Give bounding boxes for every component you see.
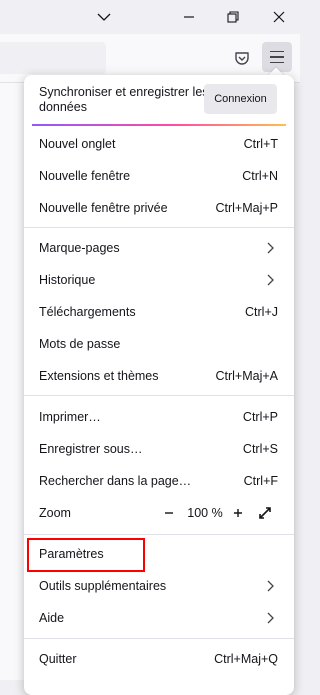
menu-item-label: Rechercher dans la page… xyxy=(39,474,192,488)
menu-item-print[interactable]: Imprimer… Ctrl+P xyxy=(24,401,294,433)
pocket-icon[interactable] xyxy=(228,44,256,72)
menu-item-shortcut: Ctrl+P xyxy=(242,410,278,424)
menu-item-help[interactable]: Aide xyxy=(24,602,294,634)
chevron-right-icon xyxy=(267,612,274,624)
sync-section: Synchroniser et enregistrer les données … xyxy=(24,75,294,121)
menu-item-label: Outils supplémentaires xyxy=(39,579,167,593)
menu-item-find[interactable]: Rechercher dans la page… Ctrl+F xyxy=(24,465,294,497)
menu-item-label: Nouvel onglet xyxy=(39,137,116,151)
sync-description: Synchroniser et enregistrer les données xyxy=(39,85,209,114)
menu-item-private-window[interactable]: Nouvelle fenêtre privée Ctrl+Maj+P xyxy=(24,192,294,224)
menu-item-label: Enregistrer sous… xyxy=(39,442,143,456)
menu-item-addons[interactable]: Extensions et thèmes Ctrl+Maj+A xyxy=(24,360,294,392)
menu-separator xyxy=(24,534,294,535)
menu-item-downloads[interactable]: Téléchargements Ctrl+J xyxy=(24,296,294,328)
zoom-in-button[interactable] xyxy=(228,503,248,523)
zoom-value[interactable]: 100 % xyxy=(184,497,226,529)
menu-item-shortcut: Ctrl+T xyxy=(243,137,278,151)
accent-divider xyxy=(32,124,286,126)
menu-item-label: Nouvelle fenêtre xyxy=(39,169,131,183)
chevron-right-icon xyxy=(267,242,274,254)
url-bar[interactable] xyxy=(0,42,106,74)
chevron-down-icon[interactable] xyxy=(89,2,119,32)
menu-separator xyxy=(24,638,294,639)
menu-item-shortcut: Ctrl+Maj+Q xyxy=(214,652,278,666)
zoom-label: Zoom xyxy=(39,506,71,520)
menu-item-label: Historique xyxy=(39,273,96,287)
menu-item-history[interactable]: Historique xyxy=(24,264,294,296)
menu-item-label: Nouvelle fenêtre privée xyxy=(39,201,168,215)
minus-icon xyxy=(165,512,173,514)
menu-item-label: Mots de passe xyxy=(39,337,121,351)
menu-separator xyxy=(24,395,294,396)
menu-item-label: Aide xyxy=(39,611,65,625)
menu-item-label: Extensions et thèmes xyxy=(39,369,159,383)
menu-item-shortcut: Ctrl+Maj+A xyxy=(215,369,278,383)
menu-item-bookmarks[interactable]: Marque-pages xyxy=(24,232,294,264)
menu-item-save-as[interactable]: Enregistrer sous… Ctrl+S xyxy=(24,433,294,465)
menu-item-label: Marque-pages xyxy=(39,241,120,255)
menu-item-shortcut: Ctrl+F xyxy=(243,474,278,488)
chevron-right-icon xyxy=(267,580,274,592)
minimize-icon[interactable] xyxy=(174,2,204,32)
menu-item-shortcut: Ctrl+N xyxy=(242,169,278,183)
close-icon[interactable] xyxy=(264,2,294,32)
menu-item-shortcut: Ctrl+J xyxy=(245,305,278,319)
settings-highlight-box xyxy=(27,538,145,572)
plus-icon xyxy=(234,509,242,517)
menu-item-more-tools[interactable]: Outils supplémentaires xyxy=(24,570,294,602)
fullscreen-icon[interactable] xyxy=(257,505,273,521)
menu-item-label: Quitter xyxy=(39,652,77,666)
menu-icon[interactable] xyxy=(262,42,292,72)
menu-item-zoom: Zoom 100 % xyxy=(24,497,294,529)
sign-in-button[interactable]: Connexion xyxy=(204,84,277,114)
menu-item-new-window[interactable]: Nouvelle fenêtre Ctrl+N xyxy=(24,160,294,192)
title-bar xyxy=(0,0,300,34)
menu-item-label: Imprimer… xyxy=(39,410,101,424)
restore-icon[interactable] xyxy=(218,2,248,32)
page-content-area xyxy=(0,83,24,680)
menu-item-quit[interactable]: Quitter Ctrl+Maj+Q xyxy=(24,643,294,675)
menu-item-new-tab[interactable]: Nouvel onglet Ctrl+T xyxy=(24,128,294,160)
menu-item-shortcut: Ctrl+S xyxy=(242,442,278,456)
menu-item-label: Téléchargements xyxy=(39,305,136,319)
menu-item-shortcut: Ctrl+Maj+P xyxy=(215,201,278,215)
chevron-right-icon xyxy=(267,274,274,286)
menu-item-passwords[interactable]: Mots de passe xyxy=(24,328,294,360)
app-menu-panel: Synchroniser et enregistrer les données … xyxy=(24,75,294,695)
menu-separator xyxy=(24,227,294,228)
zoom-out-button[interactable] xyxy=(159,503,179,523)
